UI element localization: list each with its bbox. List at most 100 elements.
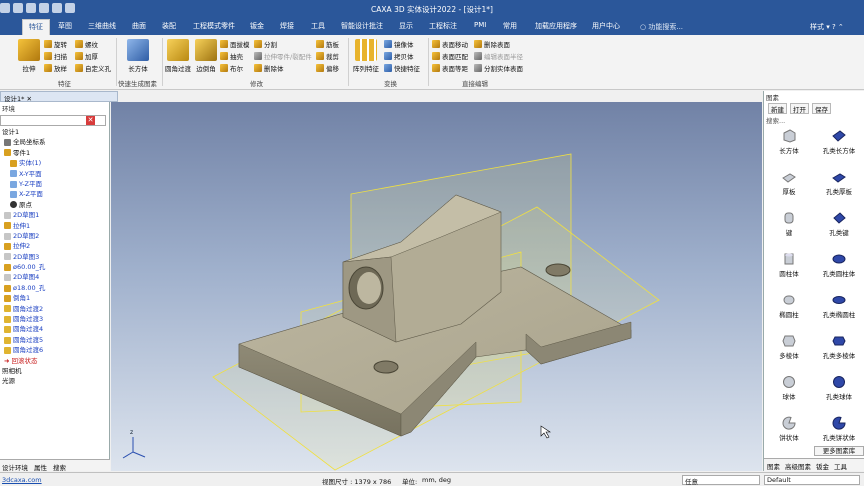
document-tab[interactable]: 设计1* ✕ <box>0 91 118 103</box>
mirror-button[interactable]: 镜像体 <box>384 39 414 49</box>
tab-sheetmetal-library[interactable]: 钣金 <box>816 461 829 471</box>
tree-item[interactable]: 2D草图2 <box>0 231 110 241</box>
primitive-hole-cuboid[interactable]: 孔类长方体 <box>816 129 862 155</box>
extrude-button[interactable]: 拉伸 <box>18 39 40 73</box>
chamfer-button[interactable]: 边倒角 <box>193 39 219 73</box>
tree-item[interactable]: 拉伸1 <box>0 221 110 231</box>
fast-feature-button[interactable]: 快捷特征 <box>384 63 420 73</box>
face-equidist-button[interactable]: 表面等距 <box>432 63 468 73</box>
tree-item[interactable]: 2D草图4 <box>0 272 110 282</box>
primitive-hole-prism[interactable]: 孔类多棱体 <box>816 334 862 360</box>
primitive-elliptic-cylinder[interactable]: 椭圆柱 <box>766 293 812 319</box>
tab-weld[interactable]: 焊接 <box>280 21 294 31</box>
tree-item[interactable]: 设计1 <box>0 127 110 137</box>
tab-common[interactable]: 常用 <box>503 21 517 31</box>
tab-pmi[interactable]: PMI <box>474 21 486 29</box>
primitive-hole-elliptic-cylinder[interactable]: 孔类椭圆柱 <box>816 293 862 319</box>
primitive-hole-pie[interactable]: 孔类饼状体 <box>816 416 862 442</box>
split-button[interactable]: 分割 <box>254 39 277 49</box>
selection-filter-select[interactable]: 任意 <box>682 475 760 486</box>
tree-item[interactable]: 圆角过渡3 <box>0 314 110 324</box>
help-search-input[interactable]: ○ 功能搜索... <box>640 22 683 32</box>
rib-button[interactable]: 筋板 <box>316 39 339 49</box>
primitive-sphere[interactable]: 球体 <box>766 375 812 401</box>
more-libraries-button[interactable]: 更多图素库 <box>814 446 864 456</box>
tab-display[interactable]: 显示 <box>399 21 413 31</box>
tree-item[interactable]: Y-Z平面 <box>0 179 110 189</box>
tab-advanced-primitives[interactable]: 高级图素 <box>785 461 811 471</box>
tab-surface[interactable]: 曲面 <box>132 21 146 31</box>
tree-item[interactable]: 圆角过渡2 <box>0 304 110 314</box>
tree-item[interactable]: X-Y平面 <box>0 169 110 179</box>
tree-item[interactable]: ø18.00_孔 <box>0 283 110 293</box>
tab-load-app[interactable]: 加载应用程序 <box>535 21 577 31</box>
primitive-hole-cylinder[interactable]: 孔类圆柱体 <box>816 252 862 278</box>
tree-item[interactable]: 零件1 <box>0 148 110 158</box>
offset-button[interactable]: 偏移 <box>316 63 339 73</box>
tab-sketch[interactable]: 草图 <box>58 21 72 31</box>
sweep-button[interactable]: 扫描 <box>44 51 67 61</box>
configuration-select[interactable]: Default <box>764 475 860 485</box>
split-part-button[interactable]: 拉伸零件/裂配件 <box>254 51 312 61</box>
tree-item[interactable]: 拉伸2 <box>0 241 110 251</box>
save-library-button[interactable]: 保存 <box>812 103 831 114</box>
tree-item[interactable]: X-Z平面 <box>0 189 110 199</box>
tab-3d-curve[interactable]: 三维曲线 <box>88 21 116 31</box>
primitive-hole-key[interactable]: 孔类键 <box>816 211 862 237</box>
rotate-button[interactable]: 旋转 <box>44 39 67 49</box>
loft-button[interactable]: 放样 <box>44 63 67 73</box>
primitive-cylinder[interactable]: 圆柱体 <box>766 252 812 278</box>
tree-item[interactable]: ø60.00_孔 <box>0 262 110 272</box>
face-match-button[interactable]: 表面匹配 <box>432 51 468 61</box>
edit-face-radius-button[interactable]: 编辑表面半径 <box>474 51 523 61</box>
tree-item[interactable]: 原点 <box>0 200 110 210</box>
tab-assembly[interactable]: 装配 <box>162 21 176 31</box>
thicken-button[interactable]: 加厚 <box>75 51 98 61</box>
boolean-button[interactable]: 布尔 <box>220 63 243 73</box>
tree-item[interactable]: 圆角过渡6 <box>0 345 110 355</box>
tree-item[interactable]: 照相机 <box>0 366 110 376</box>
draft-button[interactable]: 面拔模 <box>220 39 250 49</box>
tree-item-rollback[interactable]: ➜ 回滚状态 <box>0 356 110 366</box>
primitive-slab[interactable]: 厚板 <box>766 170 812 196</box>
style-menu[interactable]: 样式 ▾ ? ⌃ <box>810 22 844 32</box>
tab-search[interactable]: 搜索 <box>53 462 66 472</box>
tab-user-center[interactable]: 用户中心 <box>592 21 620 31</box>
website-link[interactable]: 3dcaxa.com <box>2 476 42 484</box>
delete-body-button[interactable]: 删除体 <box>254 63 284 73</box>
primitive-cuboid[interactable]: 长方体 <box>766 129 812 155</box>
thread-button[interactable]: 螺纹 <box>75 39 98 49</box>
tree-item[interactable]: 圆角过渡4 <box>0 324 110 334</box>
shell-button[interactable]: 抽壳 <box>220 51 243 61</box>
primitive-hole-sphere[interactable]: 孔类球体 <box>816 375 862 401</box>
library-search-input[interactable]: 搜索... <box>766 115 785 125</box>
tree-item[interactable]: 实体(1) <box>0 158 110 168</box>
close-icon[interactable]: ✕ <box>86 116 95 125</box>
fillet-button[interactable]: 圆角过渡 <box>165 39 191 73</box>
tree-item[interactable]: 倒角1 <box>0 293 110 303</box>
cut-button[interactable]: 裁剪 <box>316 51 339 61</box>
tree-item[interactable]: 光源 <box>0 376 110 386</box>
face-move-button[interactable]: 表面移动 <box>432 39 468 49</box>
cuboid-button[interactable]: 长方体 <box>124 39 152 73</box>
pattern-button[interactable]: 阵列特征 <box>351 39 381 73</box>
delete-face-button[interactable]: 删除表面 <box>474 39 510 49</box>
primitive-prism[interactable]: 多棱体 <box>766 334 812 360</box>
tab-smart-annotation[interactable]: 智能设计批注 <box>341 21 383 31</box>
primitive-pie[interactable]: 饼状体 <box>766 416 812 442</box>
primitive-key[interactable]: 键 <box>766 211 812 237</box>
copy-button[interactable]: 拷贝体 <box>384 51 414 61</box>
new-library-button[interactable]: 新建 <box>768 103 787 114</box>
open-library-button[interactable]: 打开 <box>790 103 809 114</box>
3d-viewport[interactable]: z <box>111 102 762 471</box>
tree-item[interactable]: 圆角过渡5 <box>0 335 110 345</box>
tab-dimension[interactable]: 工程标注 <box>429 21 457 31</box>
tab-engineering-part[interactable]: 工程模式零件 <box>193 21 235 31</box>
tree-item[interactable]: 2D草图3 <box>0 252 110 262</box>
tab-tools-library[interactable]: 工具 <box>834 461 847 471</box>
split-body-face-button[interactable]: 分割实体表面 <box>474 63 523 73</box>
tab-design-env[interactable]: 设计环境 <box>2 462 28 472</box>
tab-tools[interactable]: 工具 <box>311 21 325 31</box>
tree-item[interactable]: 2D草图1 <box>0 210 110 220</box>
tab-feature[interactable]: 特征 <box>22 19 50 35</box>
